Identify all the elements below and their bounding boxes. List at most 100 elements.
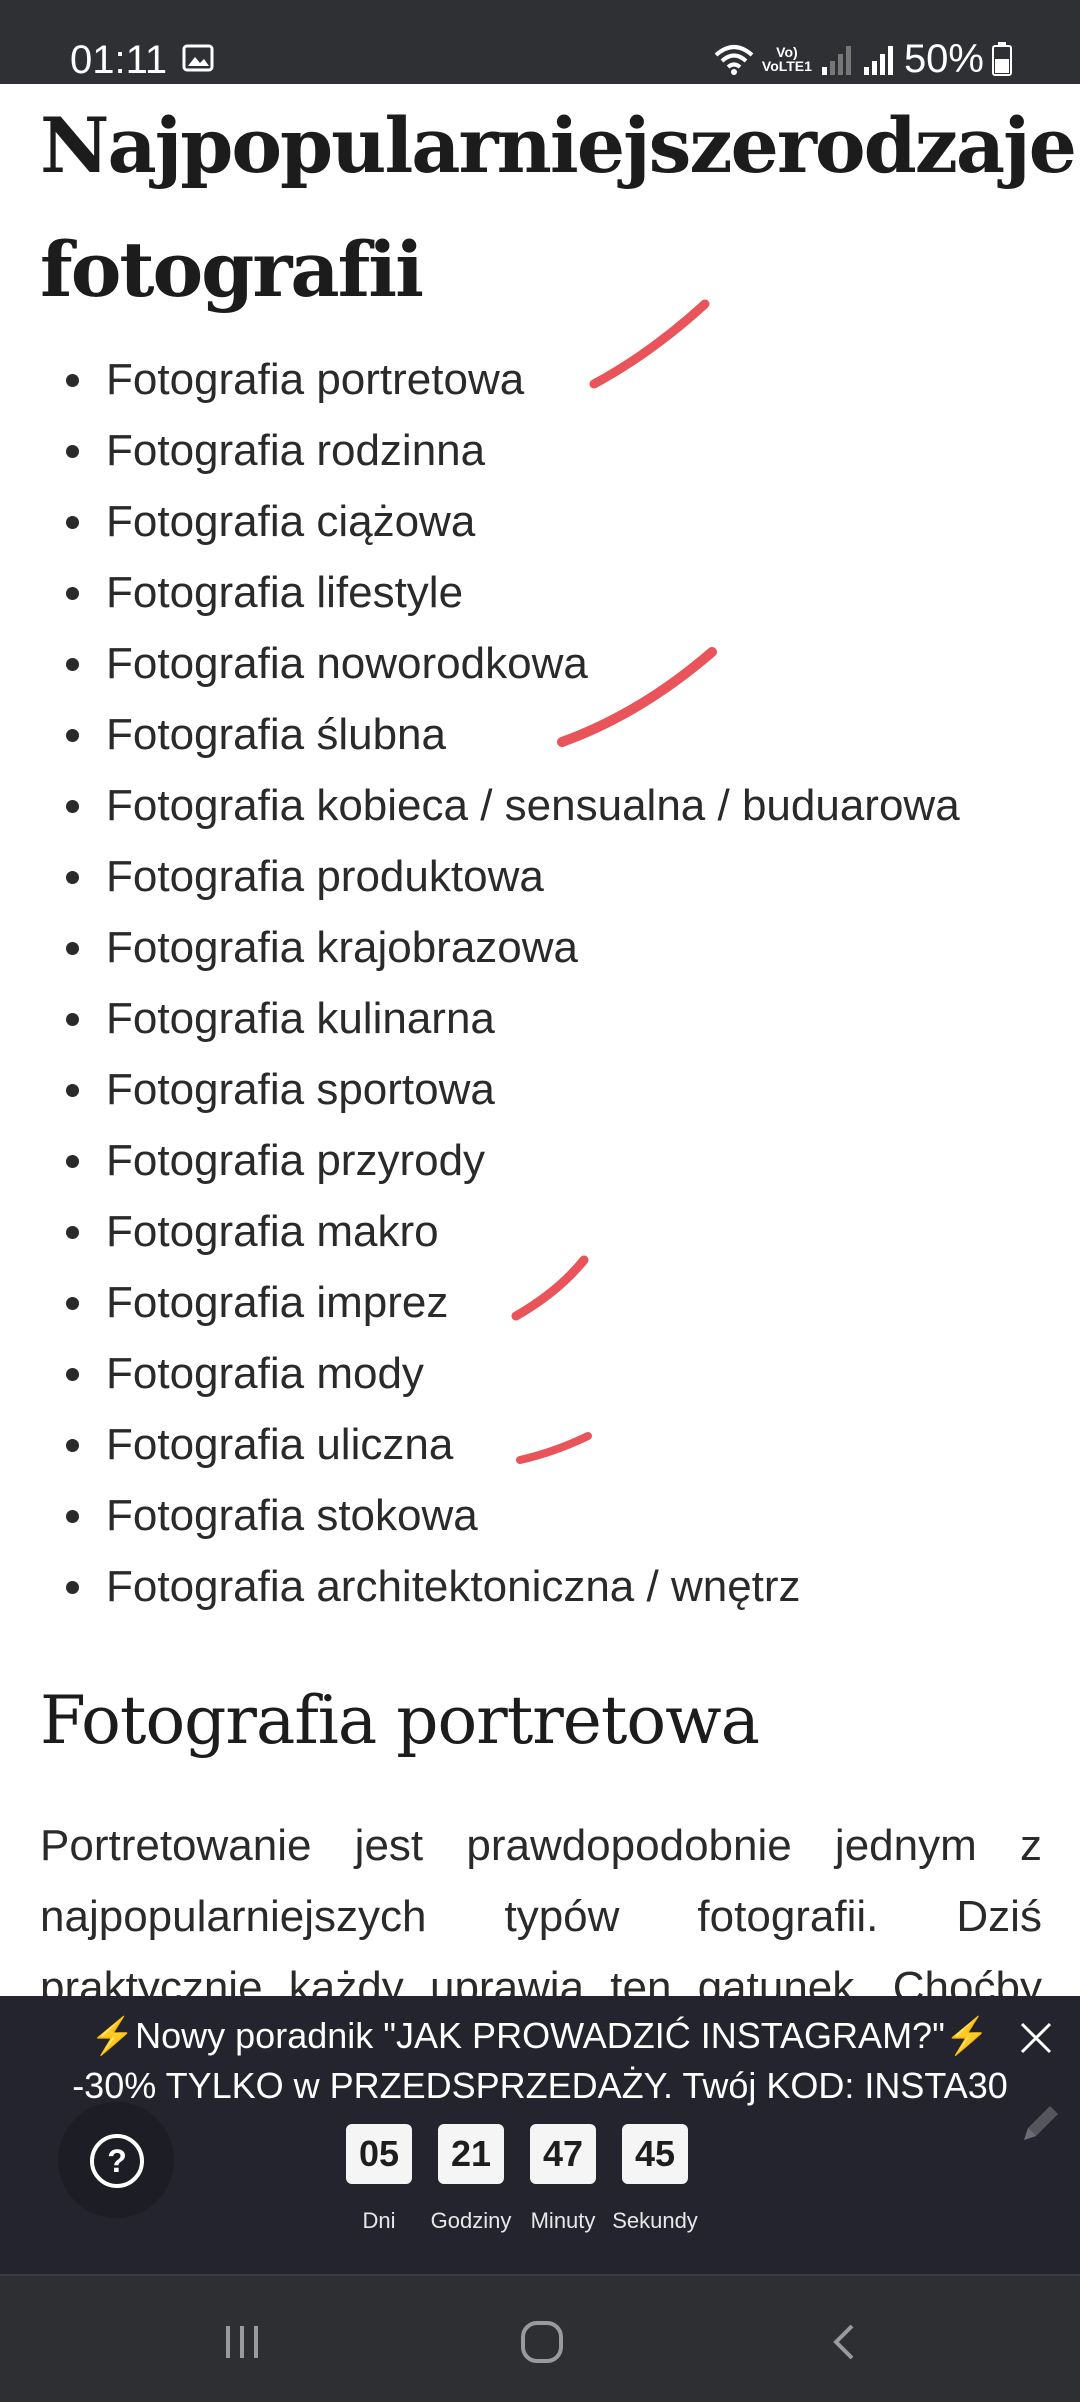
countdown-label: Sekundy — [612, 2208, 698, 2233]
paragraph-word: Choćby — [892, 1963, 1042, 1996]
list-item: Fotografia ślubna — [0, 699, 1080, 770]
battery-percent: 50% — [903, 36, 984, 81]
lightning-icon: ⚡ — [944, 2015, 990, 2056]
countdown-labels: Dni Godziny Minuty Sekundy — [346, 2208, 706, 2238]
volte-icon: Vo) VoLTE1 — [761, 44, 812, 74]
back-button[interactable] — [814, 2312, 874, 2372]
list-item-label: Fotografia imprez — [106, 1278, 449, 1327]
paragraph-line: Portretowanie jest prawdopodobnie jednym z — [40, 1810, 1042, 1881]
signal-icon-1 — [821, 46, 851, 75]
paragraph-word: najpopularniejszych — [40, 1892, 427, 1941]
bullet-icon — [66, 1013, 79, 1026]
countdown-label: Godziny — [430, 2208, 512, 2233]
list-item-label: Fotografia makro — [106, 1207, 439, 1256]
wifi-icon — [714, 45, 754, 75]
help-icon: ? — [90, 2134, 144, 2188]
paragraph-word: typów — [504, 1892, 620, 1941]
close-icon[interactable] — [1018, 2020, 1054, 2056]
countdown-label: Minuty — [530, 2208, 596, 2233]
paragraph-word: jednym — [834, 1821, 977, 1870]
bullet-icon — [66, 587, 79, 600]
list-item-label: Fotografia ciążowa — [106, 497, 476, 546]
countdown-label: Dni — [362, 2208, 396, 2233]
signal-icon-2 — [863, 46, 893, 75]
status-icons: Vo) VoLTE1 50% — [714, 34, 1012, 84]
bullet-icon — [66, 1297, 79, 1310]
promo-headline: ⚡Nowy poradnik "JAK PROWADZIĆ INSTAGRAM?… — [90, 2015, 990, 2056]
bullet-icon — [66, 871, 79, 884]
list-item-label: Fotografia uliczna — [106, 1420, 454, 1469]
list-item: Fotografia mody — [0, 1338, 1080, 1409]
list-item: Fotografia rodzinna — [0, 415, 1080, 486]
bullet-icon — [66, 1439, 79, 1452]
list-item: Fotografia noworodkowa — [0, 628, 1080, 699]
battery-icon — [992, 42, 1012, 76]
countdown-value: 47 — [530, 2124, 596, 2184]
list-item: Fotografia produktowa — [0, 841, 1080, 912]
home-button[interactable] — [512, 2312, 572, 2372]
list-item-label: Fotografia ślubna — [106, 710, 446, 759]
list-item: Fotografia stokowa — [0, 1480, 1080, 1551]
article-paragraph: Portretowanie jest prawdopodobnie jednym z na… — [40, 1810, 1042, 1996]
list-item-label: Fotografia kobieca / sensualna / buduaro… — [106, 781, 960, 830]
help-button[interactable]: ? — [58, 2102, 174, 2218]
paragraph-line: najpopularniejszych typów fotografii. Dziś — [40, 1881, 1042, 1952]
list-item: Fotografia sportowa — [0, 1054, 1080, 1125]
bullet-icon — [66, 1510, 79, 1523]
title-word: Najpopularniejsze — [40, 101, 779, 190]
list-item: Fotografia kulinarna — [0, 983, 1080, 1054]
list-item: Fotografia kobieca / sensualna / buduaro… — [0, 770, 1080, 841]
list-item: Fotografia architektoniczna / wnętrz — [0, 1551, 1080, 1622]
recent-apps-icon — [226, 2326, 258, 2358]
navigation-bar — [0, 2274, 1080, 2402]
list-item: Fotografia ciążowa — [0, 486, 1080, 557]
title-line: fotografii — [40, 225, 424, 314]
list-item-label: Fotografia noworodkowa — [106, 639, 588, 688]
status-bar: 01:11 Vo) VoLTE1 50% — [0, 0, 1080, 84]
article-content[interactable]: Najpopularniejsze rodzaje fotografii Fot… — [0, 84, 1080, 1996]
list-item-label: Fotografia krajobrazowa — [106, 923, 579, 972]
home-icon — [521, 2321, 563, 2363]
list-item-label: Fotografia stokowa — [106, 1491, 478, 1540]
list-item-label: Fotografia mody — [106, 1349, 424, 1398]
list-item: Fotografia imprez — [0, 1267, 1080, 1338]
pencil-icon[interactable] — [1016, 2100, 1064, 2148]
section-heading: Fotografia portretowa — [40, 1682, 760, 1759]
countdown-value: 21 — [438, 2124, 504, 2184]
paragraph-word: fotografii. — [697, 1892, 879, 1941]
list-item: Fotografia makro — [0, 1196, 1080, 1267]
gallery-notification-icon — [182, 44, 214, 72]
paragraph-word: Dziś — [956, 1892, 1042, 1941]
bullet-icon — [66, 445, 79, 458]
title-word: rodzaje — [776, 101, 1077, 190]
bullet-icon — [66, 800, 79, 813]
bullet-icon — [66, 1368, 79, 1381]
list-item: Fotografia lifestyle — [0, 557, 1080, 628]
paragraph-word: uprawia — [429, 1963, 585, 1996]
recent-apps-button[interactable] — [212, 2312, 272, 2372]
bullet-icon — [66, 1084, 79, 1097]
bullet-icon — [66, 1581, 79, 1594]
countdown-value: 05 — [346, 2124, 412, 2184]
paragraph-word: praktycznie — [40, 1963, 263, 1996]
bullet-icon — [66, 374, 79, 387]
list-item: Fotografia uliczna — [0, 1409, 1080, 1480]
paragraph-line: praktycznie każdy uprawia ten gatunek. Choćby — [40, 1952, 1042, 1996]
bullet-icon — [66, 942, 79, 955]
list-item-label: Fotografia przyrody — [106, 1136, 486, 1185]
photo-types-list: Fotografia portretowa Fotografia rodzinna… — [0, 344, 1080, 1622]
list-item-label: Fotografia sportowa — [106, 1065, 495, 1114]
article-title: Najpopularniejsze rodzaje fotografii — [40, 84, 1077, 332]
paragraph-word: z — [1019, 1821, 1042, 1870]
countdown-timer: 05 21 47 45 — [346, 2124, 688, 2184]
promo-code-text: -30% TYLKO w PRZEDSPRZEDAŻY. Twój KOD: I… — [72, 2065, 1008, 2106]
status-time: 01:11 — [70, 38, 168, 82]
list-item: Fotografia krajobrazowa — [0, 912, 1080, 983]
list-item: Fotografia przyrody — [0, 1125, 1080, 1196]
paragraph-word: Portretowanie — [40, 1821, 312, 1870]
bullet-icon — [66, 729, 79, 742]
bullet-icon — [66, 658, 79, 671]
list-item-label: Fotografia rodzinna — [106, 426, 486, 475]
list-item: Fotografia portretowa — [0, 344, 1080, 415]
list-item-label: Fotografia kulinarna — [106, 994, 495, 1043]
